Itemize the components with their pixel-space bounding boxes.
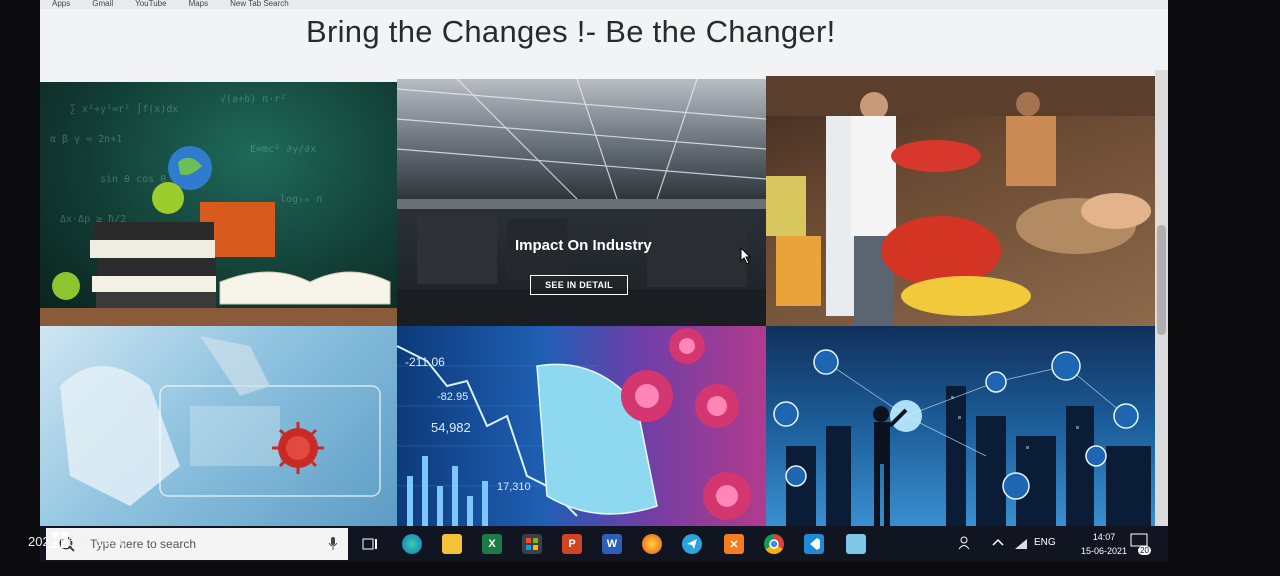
bookmark-gmail[interactable]: Gmail bbox=[92, 0, 113, 9]
task-view-icon[interactable] bbox=[360, 534, 380, 554]
industry-title: Impact On Industry bbox=[515, 237, 652, 254]
store-icon[interactable] bbox=[522, 534, 542, 554]
vscode-icon[interactable] bbox=[804, 534, 824, 554]
smart-city-image bbox=[773, 349, 1151, 526]
notifications-icon[interactable]: 20 bbox=[1130, 532, 1151, 568]
clock-time: 14:07 bbox=[1092, 532, 1116, 542]
market-image bbox=[766, 76, 1155, 326]
file-explorer-icon[interactable] bbox=[442, 534, 462, 554]
stock-number-4: 17,310 bbox=[497, 481, 531, 493]
svg-text:sin θ cos θ: sin θ cos θ bbox=[100, 174, 166, 185]
stock-number-3: 54,982 bbox=[431, 420, 471, 435]
windows-taskbar: Type here to search X P W ✕ ENG 14:07 15… bbox=[40, 526, 1168, 562]
wifi-icon[interactable] bbox=[1014, 538, 1028, 574]
svg-text:√(a+b) π·r²: √(a+b) π·r² bbox=[220, 93, 286, 105]
stock-number-1: -211.06 bbox=[405, 355, 445, 369]
covid-economy-image: -211.06 -82.95 54,982 17,310 bbox=[397, 328, 751, 526]
telegram-icon[interactable] bbox=[682, 534, 702, 554]
browser-viewport: Apps Gmail YouTube Maps New Tab Search B… bbox=[40, 0, 1168, 526]
language-indicator[interactable]: ENG bbox=[1034, 537, 1056, 573]
xampp-icon[interactable]: ✕ bbox=[724, 534, 744, 554]
powerpoint-icon[interactable]: P bbox=[562, 534, 582, 554]
chevron-up-icon[interactable] bbox=[992, 538, 1004, 574]
svg-text:log₁₀ n: log₁₀ n bbox=[280, 194, 322, 205]
see-in-detail-button[interactable]: SEE IN DETAIL bbox=[530, 275, 628, 295]
svg-text:α β γ = 2n+1: α β γ = 2n+1 bbox=[50, 134, 122, 145]
edge-icon[interactable] bbox=[402, 534, 422, 554]
healthcare-image bbox=[60, 336, 381, 506]
people-icon[interactable] bbox=[958, 536, 974, 572]
page-scrollbar[interactable] bbox=[1155, 70, 1168, 526]
photo-timestamp: 2021/06/15 14:07 bbox=[28, 534, 130, 549]
tile-healthcare-tech[interactable] bbox=[40, 326, 397, 526]
chrome-icon[interactable] bbox=[764, 534, 784, 554]
stock-number-2: -82.95 bbox=[437, 391, 468, 403]
tile-education[interactable]: ∑ x²+y²=r² ∫f(x)dx √(a+b) π·r² α β γ = 2… bbox=[40, 82, 397, 326]
bookmark-apps[interactable]: Apps bbox=[52, 0, 70, 9]
scrollbar-thumb[interactable] bbox=[1157, 225, 1166, 335]
word-icon[interactable]: W bbox=[602, 534, 622, 554]
notepad-icon[interactable] bbox=[846, 534, 866, 554]
bookmark-maps[interactable]: Maps bbox=[189, 0, 209, 9]
tile-covid-economy[interactable]: -211.06 -82.95 54,982 17,310 bbox=[397, 326, 766, 526]
clock-date: 15-06-2021 bbox=[1080, 546, 1128, 556]
system-clock[interactable]: 14:07 15-06-2021 bbox=[1074, 530, 1134, 558]
firefox-icon[interactable] bbox=[642, 534, 662, 554]
education-image: ∑ x²+y²=r² ∫f(x)dx √(a+b) π·r² α β γ = 2… bbox=[40, 93, 397, 326]
tile-market[interactable] bbox=[766, 76, 1155, 326]
notification-count: 20 bbox=[1138, 546, 1151, 555]
page-headline: Bring the Changes !- Be the Changer! bbox=[306, 14, 836, 49]
svg-text:E=mc² ∂y/∂x: E=mc² ∂y/∂x bbox=[250, 144, 316, 155]
excel-icon[interactable]: X bbox=[482, 534, 502, 554]
bookmark-new-tab[interactable]: New Tab Search bbox=[230, 0, 289, 9]
microphone-icon[interactable] bbox=[328, 537, 338, 551]
mouse-cursor-icon bbox=[740, 247, 752, 265]
svg-text:∑ x²+y²=r² ∫f(x)dx: ∑ x²+y²=r² ∫f(x)dx bbox=[70, 103, 178, 115]
tile-industry[interactable]: Impact On Industry SEE IN DETAIL bbox=[397, 79, 766, 326]
tile-smart-city[interactable] bbox=[766, 326, 1155, 526]
bookmarks-bar: Apps Gmail YouTube Maps New Tab Search bbox=[40, 0, 1168, 9]
image-grid: ∑ x²+y²=r² ∫f(x)dx √(a+b) π·r² α β γ = 2… bbox=[40, 76, 1155, 526]
bookmark-youtube[interactable]: YouTube bbox=[135, 0, 166, 9]
